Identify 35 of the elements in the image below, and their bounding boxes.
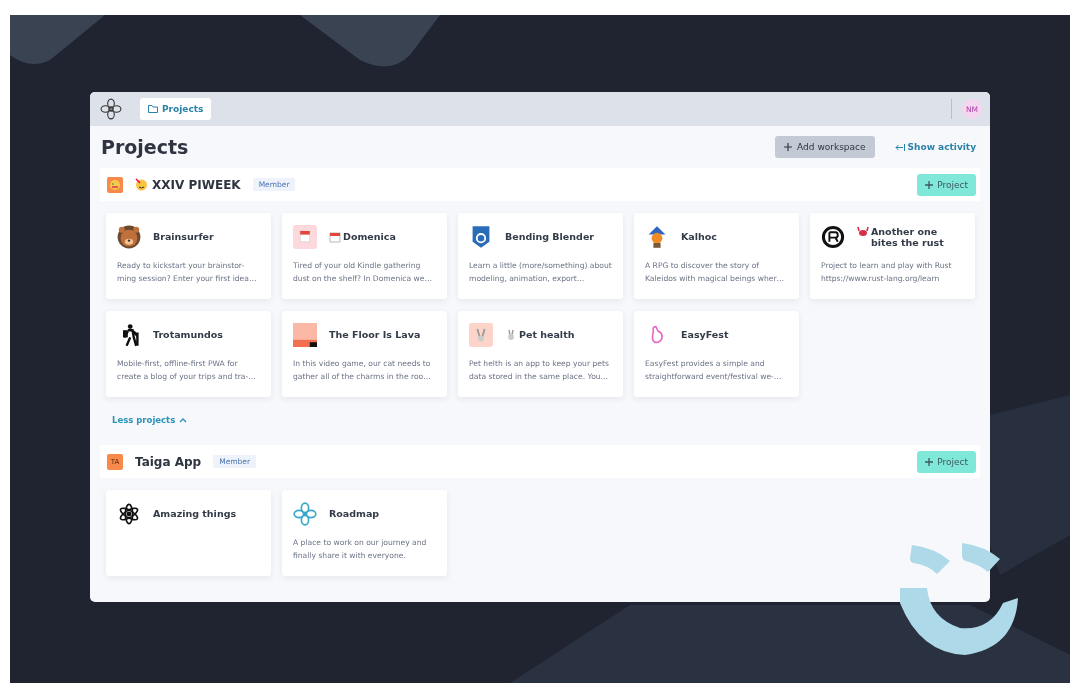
project-title[interactable]: Amazing things — [153, 508, 237, 520]
plus-icon — [784, 143, 793, 151]
folder-icon — [148, 105, 158, 113]
calendar-icon — [293, 225, 317, 249]
calendar-icon — [329, 231, 341, 243]
project-title[interactable]: The Floor Is Lava — [329, 329, 421, 341]
party-face-icon — [135, 178, 148, 191]
plus-icon — [925, 457, 934, 466]
plus-icon — [925, 180, 934, 189]
breadcrumb-tab[interactable]: Projects — [140, 98, 212, 120]
new-project-button[interactable]: Project — [917, 173, 976, 196]
crab-icon — [857, 225, 869, 238]
show-activity-link[interactable]: Show activity — [894, 142, 976, 152]
logo-icon[interactable] — [100, 98, 122, 120]
project-title[interactable]: Brainsurfer — [153, 231, 214, 243]
project-title[interactable]: Kalhoc — [681, 231, 717, 243]
letter-r-icon — [821, 225, 845, 249]
project-card[interactable]: Amazing things — [106, 490, 271, 576]
chevron-up-icon — [179, 417, 188, 423]
workspace-name: XXIV PIWEEK — [152, 177, 241, 192]
page-title: Projects — [101, 136, 189, 158]
rabbit-icon — [469, 323, 493, 347]
project-title[interactable]: Domenica — [343, 231, 396, 243]
workspace-name: Taiga App — [135, 454, 202, 469]
bear-icon — [117, 225, 141, 249]
project-title[interactable]: Trotamundos — [153, 329, 223, 341]
project-title[interactable]: EasyFest — [681, 329, 729, 341]
project-title[interactable]: Another one bites the rust — [871, 225, 964, 249]
rabbit-icon — [505, 329, 517, 341]
new-project-button[interactable]: Project — [917, 450, 976, 473]
arrow-left-icon — [894, 143, 905, 151]
project-title[interactable]: Bending Blender — [505, 231, 594, 243]
project-title[interactable]: Pet health — [519, 329, 575, 341]
add-workspace-button[interactable]: Add workspace — [775, 136, 875, 158]
project-title[interactable]: Roadmap — [329, 508, 380, 520]
